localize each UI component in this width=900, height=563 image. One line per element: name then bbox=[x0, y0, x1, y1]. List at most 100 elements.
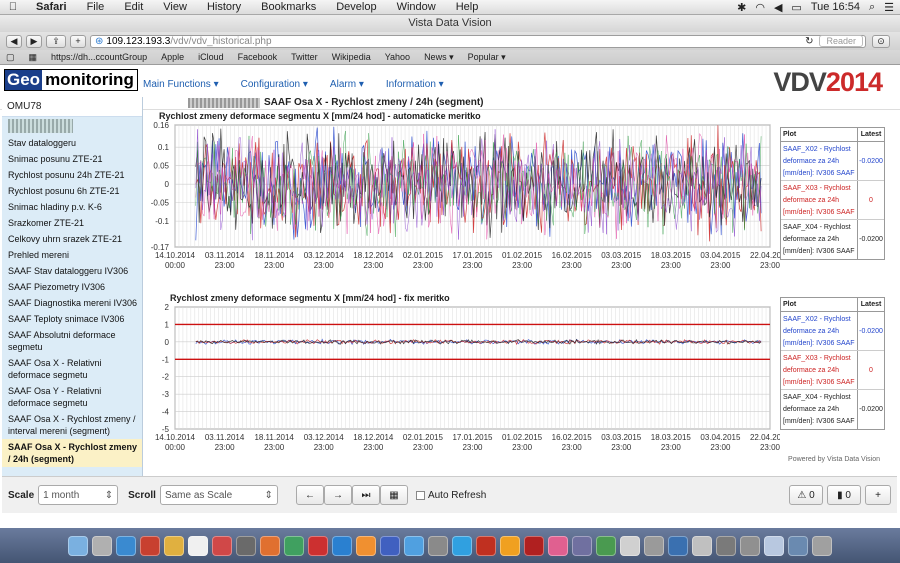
sidebar-item[interactable]: Srazkomer ZTE-21 bbox=[2, 215, 142, 231]
nav-configuration[interactable]: Configuration ▾ bbox=[241, 79, 308, 90]
sidebar-item[interactable]: Rychlost posunu 24h ZTE-21 bbox=[2, 167, 142, 183]
menu-history[interactable]: History bbox=[197, 0, 251, 15]
dock-app-icon[interactable] bbox=[140, 535, 160, 556]
menu-help[interactable]: Help bbox=[446, 0, 489, 15]
dock-app-icon[interactable] bbox=[668, 535, 688, 556]
top-sites-icon[interactable]: ▦ bbox=[29, 52, 38, 63]
clock[interactable]: Tue 16:54 bbox=[811, 1, 860, 13]
dock-app-icon[interactable] bbox=[164, 535, 184, 556]
scroll-end-button[interactable]: ⏭ bbox=[351, 485, 380, 505]
nav-alarm[interactable]: Alarm ▾ bbox=[330, 79, 364, 90]
sidebar-item[interactable]: Prehled mereni bbox=[2, 247, 142, 263]
bookmark-popular[interactable]: Popular ▾ bbox=[468, 52, 506, 63]
sidebar-item[interactable]: Stav dataloggeru bbox=[2, 135, 142, 151]
menu-file[interactable]: File bbox=[77, 0, 115, 15]
chart-fix-scale[interactable]: 210-1-2-3-4-514.10.201400:0003.11.201423… bbox=[148, 301, 780, 459]
back-button[interactable]: ◀ bbox=[6, 34, 22, 48]
menu-app[interactable]: Safari bbox=[26, 0, 77, 15]
volume-icon[interactable]: ◀ bbox=[774, 1, 782, 14]
menu-bookmarks[interactable]: Bookmarks bbox=[251, 0, 326, 15]
messages-button[interactable]: ▮ 0 bbox=[827, 485, 861, 505]
apple-icon[interactable]:  bbox=[0, 1, 26, 13]
dock-app-icon[interactable] bbox=[548, 535, 568, 556]
calendar-button[interactable]: ▦ bbox=[379, 485, 408, 505]
dock-app-icon[interactable] bbox=[92, 535, 112, 556]
dock-app-icon[interactable] bbox=[692, 535, 712, 556]
dock-app-icon[interactable] bbox=[308, 535, 328, 556]
bookmark-1[interactable]: https://dh...ccountGroup bbox=[51, 52, 147, 62]
dock-app-icon[interactable] bbox=[812, 535, 832, 556]
dock-app-icon[interactable] bbox=[212, 535, 232, 556]
dock-app-icon[interactable] bbox=[740, 535, 760, 556]
station-name[interactable]: OMU78 bbox=[2, 97, 142, 117]
auto-refresh-checkbox[interactable] bbox=[415, 490, 425, 500]
sidebar-item[interactable]: SAAF Diagnostika mereni IV306 bbox=[2, 295, 142, 311]
dock-app-icon[interactable] bbox=[524, 535, 544, 556]
dock-app-icon[interactable] bbox=[620, 535, 640, 556]
sidebar-item[interactable]: SAAF Osa X - Relativni deformace segmetu bbox=[2, 355, 142, 383]
dock-app-icon[interactable] bbox=[260, 535, 280, 556]
sidebar-item[interactable]: Rychlost posunu 6h ZTE-21 bbox=[2, 183, 142, 199]
reader-button[interactable]: Reader bbox=[819, 35, 863, 47]
sidebar-item[interactable]: SAAF Absolutni deformace segmetu bbox=[2, 327, 142, 355]
dock-app-icon[interactable] bbox=[596, 535, 616, 556]
bookmark-wikipedia[interactable]: Wikipedia bbox=[332, 52, 371, 62]
sidebar-item[interactable]: SAAF Osa Y - Relativni deformace segmetu bbox=[2, 383, 142, 411]
legend-row[interactable]: SAAF_X02 - Rychlost deformace za 24h [mm… bbox=[781, 312, 884, 351]
dock-app-icon[interactable] bbox=[452, 535, 472, 556]
dock-app-icon[interactable] bbox=[188, 535, 208, 556]
menu-view[interactable]: View bbox=[153, 0, 197, 15]
legend-row[interactable]: SAAF_X04 - Rychlost deformace za 24h [mm… bbox=[781, 220, 884, 259]
sidebar-item-active[interactable]: SAAF Osa X - Rychlost zmeny / 24h (segme… bbox=[2, 439, 142, 467]
share-button[interactable]: ⇪ bbox=[46, 34, 66, 48]
spotlight-icon[interactable]: ⌕ bbox=[869, 1, 875, 14]
dock-app-icon[interactable] bbox=[428, 535, 448, 556]
legend-row[interactable]: SAAF_X04 - Rychlost deformace za 24h [mm… bbox=[781, 390, 884, 429]
menu-develop[interactable]: Develop bbox=[326, 0, 386, 15]
legend-row[interactable]: SAAF_X03 - Rychlost deformace za 24h [mm… bbox=[781, 181, 884, 220]
legend-row[interactable]: SAAF_X02 - Rychlost deformace za 24h [mm… bbox=[781, 142, 884, 181]
menu-edit[interactable]: Edit bbox=[114, 0, 153, 15]
forward-button[interactable]: ▶ bbox=[26, 34, 42, 48]
dock-app-icon[interactable] bbox=[404, 535, 424, 556]
downloads-button[interactable]: ⊙ bbox=[872, 34, 890, 48]
dock-app-icon[interactable] bbox=[284, 535, 304, 556]
sidebar-item[interactable]: SAAF Piezometry IV306 bbox=[2, 279, 142, 295]
sidebar-item[interactable]: SAAF Teploty snimace IV306 bbox=[2, 311, 142, 327]
dock-app-icon[interactable] bbox=[764, 535, 784, 556]
warnings-button[interactable]: ⚠ 0 bbox=[789, 485, 823, 505]
bluetooth-icon[interactable]: ✱ bbox=[737, 1, 746, 14]
sidebar-item[interactable]: Snimac hladiny p.v. K-6 bbox=[2, 199, 142, 215]
dock-app-icon[interactable] bbox=[572, 535, 592, 556]
dock-app-icon[interactable] bbox=[644, 535, 664, 556]
dock-app-icon[interactable] bbox=[380, 535, 400, 556]
reload-icon[interactable]: ↻ bbox=[805, 36, 813, 47]
dock-app-icon[interactable] bbox=[236, 535, 256, 556]
dock-app-icon[interactable] bbox=[332, 535, 352, 556]
legend-row[interactable]: SAAF_X03 - Rychlost deformace za 24h [mm… bbox=[781, 351, 884, 390]
dock-app-icon[interactable] bbox=[500, 535, 520, 556]
nav-information[interactable]: Information ▾ bbox=[386, 79, 444, 90]
dock-app-icon[interactable] bbox=[116, 535, 136, 556]
scroll-back-button[interactable]: ← bbox=[295, 485, 324, 505]
bookmark-apple[interactable]: Apple bbox=[161, 52, 184, 62]
sidebar-item[interactable]: Snimac posunu ZTE-21 bbox=[2, 151, 142, 167]
dock-app-icon[interactable] bbox=[788, 535, 808, 556]
bookmark-news[interactable]: News ▾ bbox=[424, 52, 454, 63]
dock-app-icon[interactable] bbox=[716, 535, 736, 556]
nav-main-functions[interactable]: Main Functions ▾ bbox=[143, 79, 219, 90]
reading-list-icon[interactable]: ▢ bbox=[6, 52, 15, 63]
sidebar-item[interactable]: Celkovy uhrn srazek ZTE-21 bbox=[2, 231, 142, 247]
address-bar[interactable]: ⊛ 109.123.193.3/vdv/vdv_historical.php ↻… bbox=[90, 34, 866, 48]
scroll-select[interactable]: Same as Scale ⇕ bbox=[159, 485, 278, 505]
menu-window[interactable]: Window bbox=[387, 0, 446, 15]
geomonitoring-logo[interactable]: Geo monitoring bbox=[4, 69, 138, 91]
notification-icon[interactable]: ☰ bbox=[884, 1, 894, 14]
dock-app-icon[interactable] bbox=[476, 535, 496, 556]
chart-auto-scale[interactable]: 0.160.10.050-0.05-0.1-0.1714.10.201400:0… bbox=[148, 121, 780, 291]
dock-app-icon[interactable] bbox=[356, 535, 376, 556]
dock-app-icon[interactable] bbox=[68, 535, 88, 556]
wifi-icon[interactable]: ◠ bbox=[755, 1, 765, 14]
add-button[interactable]: + bbox=[865, 485, 891, 505]
bookmark-icloud[interactable]: iCloud bbox=[198, 52, 224, 62]
